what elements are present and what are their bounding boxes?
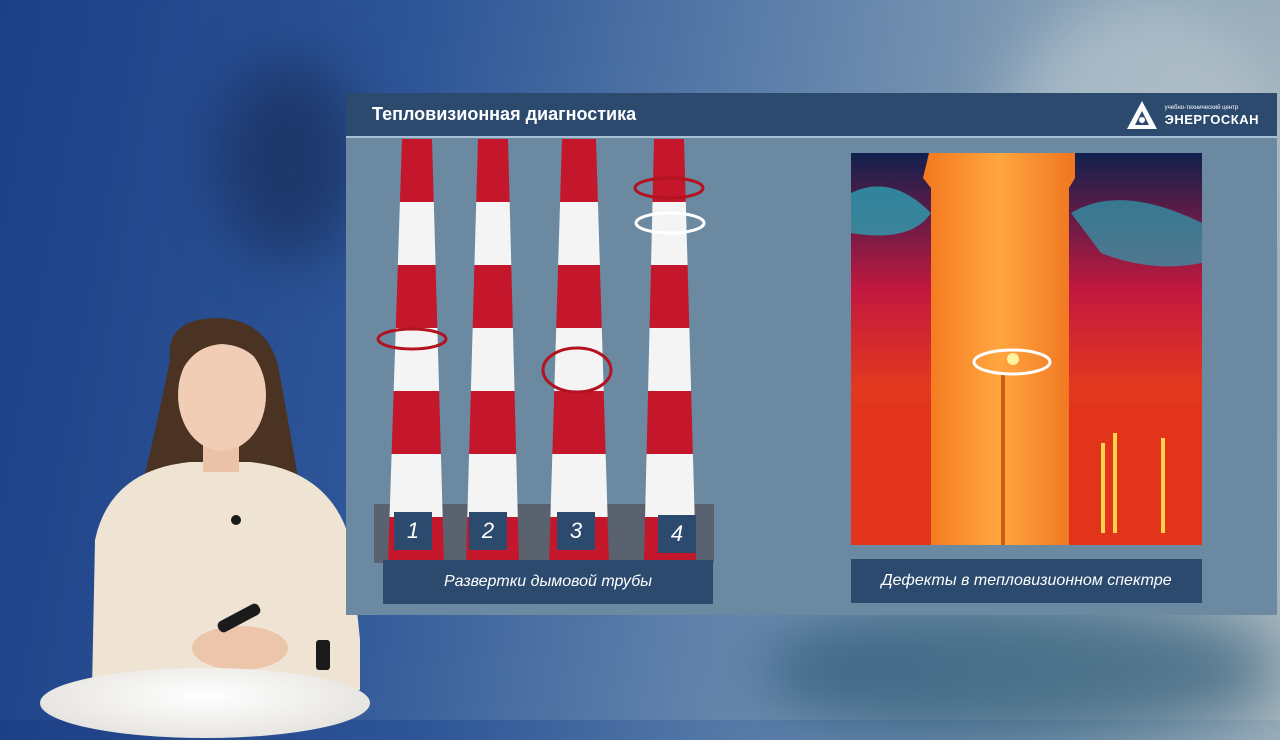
chimney-label-2: 2	[469, 512, 507, 550]
chimney-1	[388, 139, 444, 563]
slide-title: Тепловизионная диагностика	[372, 104, 637, 124]
slide-header: Тепловизионная диагностика учебно-технич…	[346, 93, 1277, 138]
chimney-photo	[374, 139, 714, 563]
caption-left: Развертки дымовой трубы	[383, 560, 713, 604]
chimney-label-3: 3	[557, 512, 595, 550]
chimney-4	[644, 139, 696, 563]
company-logo: учебно-технический центр ЭНЕРГОСКАН	[1125, 99, 1259, 133]
presentation-slide: Тепловизионная диагностика учебно-технич…	[346, 93, 1277, 615]
presenter	[92, 318, 360, 690]
energoscan-logo-icon	[1126, 101, 1157, 129]
logo-subtitle: учебно-технический центр	[1164, 105, 1239, 111]
chimney-label-1: 1	[394, 512, 432, 550]
presenter-table	[40, 668, 370, 738]
logo-brand: ЭНЕРГОСКАН	[1164, 112, 1259, 127]
background-device	[760, 600, 1280, 740]
thermal-image	[851, 153, 1202, 545]
chimney-label-4: 4	[658, 515, 696, 553]
caption-right: Дефекты в тепловизионном спектре	[851, 559, 1202, 603]
chimney-2	[466, 139, 519, 563]
